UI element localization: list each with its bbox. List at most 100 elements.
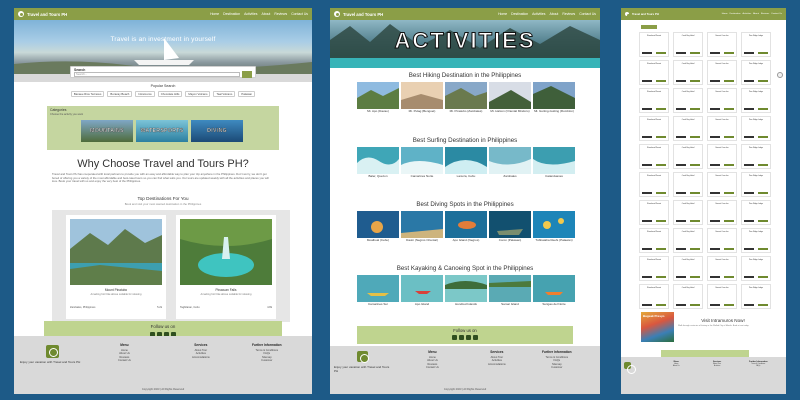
book-button[interactable] bbox=[724, 163, 734, 166]
accommodation-card[interactable]: Pine Ridge Lodge bbox=[741, 200, 771, 225]
book-button[interactable] bbox=[758, 51, 768, 54]
book-button[interactable] bbox=[656, 51, 666, 54]
accommodation-card[interactable]: Coral Bay Hotel bbox=[673, 256, 703, 281]
details-button[interactable] bbox=[642, 51, 652, 54]
accommodation-card[interactable]: Coral Bay Hotel bbox=[673, 172, 703, 197]
book-button[interactable] bbox=[656, 191, 666, 194]
details-button[interactable] bbox=[676, 79, 686, 82]
details-button[interactable] bbox=[642, 135, 652, 138]
book-button[interactable] bbox=[656, 79, 666, 82]
nav-item-destination[interactable]: Destination bbox=[511, 12, 528, 16]
details-button[interactable] bbox=[710, 275, 720, 278]
brand-logo[interactable]: Travel and Tours PH bbox=[625, 12, 659, 17]
accommodation-card[interactable]: Pine Ridge Lodge bbox=[741, 88, 771, 113]
activity-card[interactable]: Mt. Pulag (Benguet) bbox=[401, 82, 443, 114]
book-button[interactable] bbox=[690, 275, 700, 278]
book-button[interactable] bbox=[758, 191, 768, 194]
details-button[interactable] bbox=[676, 219, 686, 222]
accommodation-card[interactable]: Pine Ridge Lodge bbox=[741, 144, 771, 169]
accommodation-card[interactable]: Coral Bay Hotel bbox=[673, 200, 703, 225]
activity-card[interactable]: Catanduanes bbox=[533, 147, 575, 179]
accommodation-card[interactable]: Coral Bay Hotel bbox=[673, 144, 703, 169]
book-button[interactable] bbox=[724, 79, 734, 82]
activity-card[interactable]: Surigao del Norte bbox=[533, 275, 575, 307]
activity-card[interactable]: Samar Island bbox=[489, 275, 531, 307]
youtube-icon[interactable] bbox=[473, 335, 478, 340]
book-button[interactable] bbox=[656, 107, 666, 110]
nav-item-destination[interactable]: Destination bbox=[730, 13, 741, 15]
popular-chip[interactable]: Banaue Rice Terraces bbox=[70, 91, 105, 97]
brand-logo[interactable]: Travel and Tours PH bbox=[18, 11, 67, 17]
accommodation-card[interactable]: Pine Ridge Lodge bbox=[741, 172, 771, 197]
accommodation-card[interactable]: Pine Ridge Lodge bbox=[741, 116, 771, 141]
popular-chip[interactable]: Palawan bbox=[238, 91, 256, 97]
book-button[interactable] bbox=[724, 219, 734, 222]
details-button[interactable] bbox=[744, 303, 754, 306]
promo-banner[interactable]: Bagsak Presyo Visit Intramuros Now! Walk… bbox=[638, 310, 770, 344]
book-button[interactable] bbox=[690, 191, 700, 194]
popular-chip[interactable]: Mayon Volcano bbox=[185, 91, 211, 97]
book-button[interactable] bbox=[690, 247, 700, 250]
activity-card[interactable]: Mt. Guiting-Guiting (Romblon) bbox=[533, 82, 575, 114]
book-button[interactable] bbox=[656, 303, 666, 306]
book-button[interactable] bbox=[690, 79, 700, 82]
footer-link[interactable]: Accomodations bbox=[488, 363, 506, 367]
nav-item-home[interactable]: Home bbox=[210, 12, 219, 16]
accommodation-card[interactable]: Riverbend Resort bbox=[639, 284, 669, 309]
search-button[interactable] bbox=[242, 71, 252, 78]
accommodation-card[interactable]: Riverbend Resort bbox=[639, 32, 669, 57]
details-button[interactable] bbox=[744, 79, 754, 82]
activity-card[interactable]: Apo Island (Negros) bbox=[445, 211, 487, 243]
details-button[interactable] bbox=[676, 51, 686, 54]
accommodation-card[interactable]: Sunset Cove Inn bbox=[707, 172, 737, 197]
details-button[interactable] bbox=[642, 247, 652, 250]
book-button[interactable] bbox=[724, 275, 734, 278]
details-button[interactable] bbox=[642, 275, 652, 278]
accommodation-card[interactable]: Coral Bay Hotel bbox=[673, 32, 703, 57]
footer-link[interactable]: About Us bbox=[426, 359, 439, 363]
nav-item-about[interactable]: About bbox=[550, 12, 559, 16]
accommodation-card[interactable]: Pine Ridge Lodge bbox=[741, 228, 771, 253]
book-button[interactable] bbox=[656, 275, 666, 278]
accommodation-card[interactable]: Coral Bay Hotel bbox=[673, 88, 703, 113]
category-tile-watersports[interactable]: WATERSPORTS bbox=[136, 120, 188, 142]
details-button[interactable] bbox=[676, 163, 686, 166]
accommodation-card[interactable]: Sunset Cove Inn bbox=[707, 228, 737, 253]
book-button[interactable] bbox=[758, 163, 768, 166]
book-button[interactable] bbox=[758, 79, 768, 82]
details-button[interactable] bbox=[676, 303, 686, 306]
details-button[interactable] bbox=[676, 247, 686, 250]
activity-card[interactable]: Camarines Norte bbox=[401, 147, 443, 179]
book-button[interactable] bbox=[690, 163, 700, 166]
details-button[interactable] bbox=[710, 107, 720, 110]
accommodation-card[interactable]: Coral Bay Hotel bbox=[673, 284, 703, 309]
book-button[interactable] bbox=[724, 303, 734, 306]
details-button[interactable] bbox=[676, 191, 686, 194]
details-button[interactable] bbox=[710, 135, 720, 138]
details-button[interactable] bbox=[744, 163, 754, 166]
activity-card[interactable]: Moalboal (Cebu) bbox=[357, 211, 399, 243]
accommodation-card[interactable]: Sunset Cove Inn bbox=[707, 284, 737, 309]
nav-item-contact[interactable]: Contact Us bbox=[579, 12, 596, 16]
category-tile-mountains[interactable]: MOUNTAINS bbox=[81, 120, 133, 142]
details-button[interactable] bbox=[744, 247, 754, 250]
destination-card[interactable]: Pinacuan Falls Amazing hot hike above su… bbox=[176, 215, 276, 319]
footer-link[interactable]: Contact Us bbox=[426, 366, 439, 370]
activity-card[interactable]: Mt. Halcon (Oriental Mindoro) bbox=[489, 82, 531, 114]
details-button[interactable] bbox=[642, 79, 652, 82]
book-button[interactable] bbox=[724, 247, 734, 250]
facebook-icon[interactable] bbox=[452, 335, 457, 340]
details-button[interactable] bbox=[642, 107, 652, 110]
book-button[interactable] bbox=[656, 135, 666, 138]
details-button[interactable] bbox=[710, 79, 720, 82]
footer-link[interactable]: Activities bbox=[713, 366, 721, 368]
footer-link[interactable]: About Us bbox=[118, 352, 131, 356]
accommodation-card[interactable]: Riverbend Resort bbox=[639, 172, 669, 197]
details-button[interactable] bbox=[744, 219, 754, 222]
accommodation-card[interactable]: Coral Bay Hotel bbox=[673, 228, 703, 253]
instagram-icon[interactable] bbox=[466, 335, 471, 340]
details-button[interactable] bbox=[710, 303, 720, 306]
popular-chip[interactable]: Chocolate Hills bbox=[157, 91, 183, 97]
activity-card[interactable]: Mt. Apo (Davao) bbox=[357, 82, 399, 114]
accommodation-card[interactable]: Sunset Cove Inn bbox=[707, 88, 737, 113]
